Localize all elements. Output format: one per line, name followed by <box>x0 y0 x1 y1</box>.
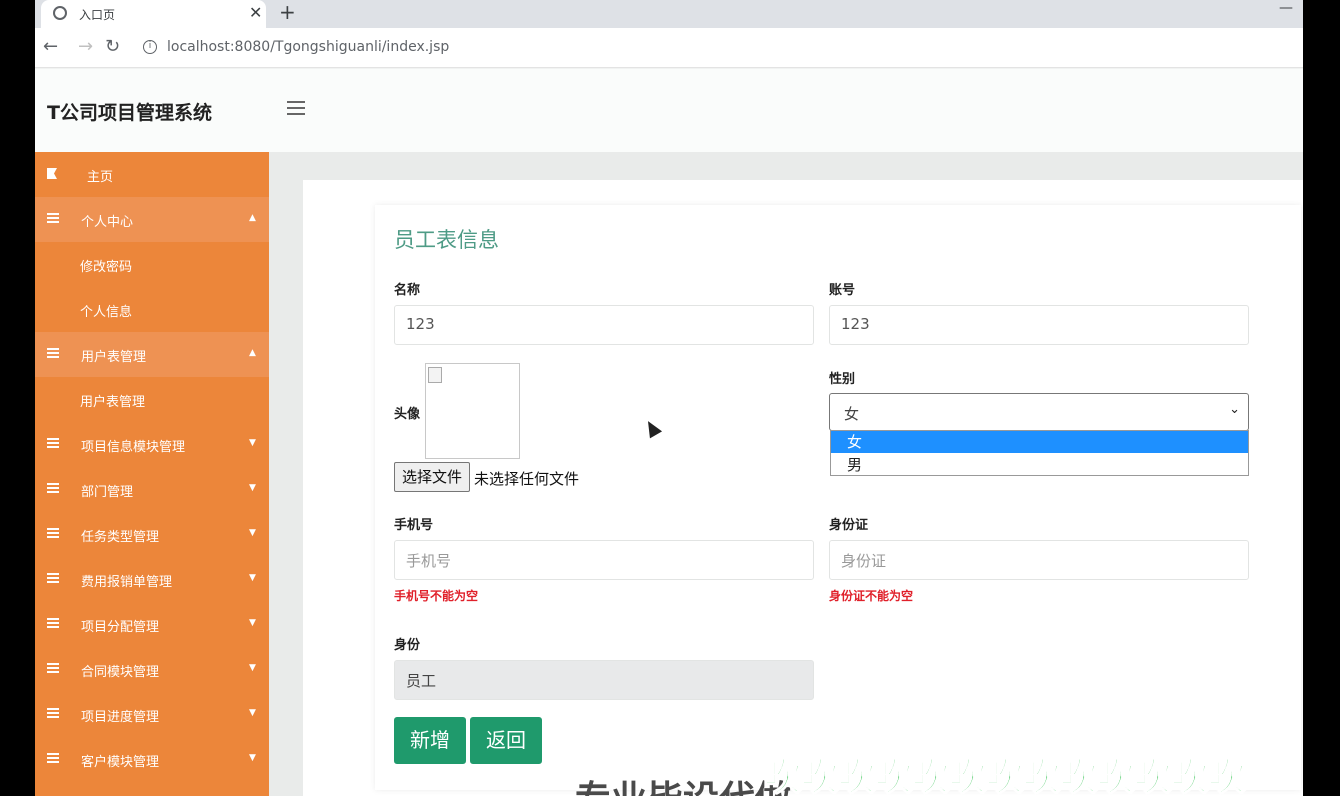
tab-bar: 入口页 ✕ + — <box>35 0 1303 28</box>
sidebar-item-user-management[interactable]: 用户表管理 ▲ <box>35 332 269 377</box>
sidebar-item-progress[interactable]: 项目进度管理 ▼ <box>35 692 269 737</box>
list-icon <box>47 528 59 539</box>
hamburger-menu-icon[interactable] <box>287 101 305 115</box>
reload-icon[interactable]: ↻ <box>105 36 120 57</box>
sidebar-item-expense[interactable]: 费用报销单管理 ▼ <box>35 557 269 602</box>
list-icon <box>47 348 59 359</box>
role-input: 员工 <box>394 660 814 700</box>
sidebar-item-personal-info[interactable]: 个人信息 <box>35 287 269 332</box>
sidebar-item-label: 用户表管理 <box>80 395 146 410</box>
caret-down-icon: ▼ <box>249 753 256 763</box>
chevron-down-icon: ⌄ <box>1229 402 1240 417</box>
flag-icon <box>47 168 57 179</box>
sidebar-item-label: 主页 <box>87 170 114 185</box>
caption-text: 吹吹吹吹吹吹吹吹吹吹吹吹吹 <box>762 754 1246 796</box>
sidebar-item-label: 项目信息模块管理 <box>81 440 186 455</box>
minimize-button[interactable]: — <box>1279 0 1293 16</box>
caret-up-icon: ▲ <box>249 213 256 223</box>
account-input[interactable]: 123 <box>829 305 1249 345</box>
caret-up-icon: ▲ <box>249 348 256 358</box>
url-field[interactable]: localhost:8080/Tgongshiguanli/index.jsp <box>167 39 449 55</box>
idcard-input[interactable]: 身份证 <box>829 540 1249 580</box>
list-icon <box>47 753 59 764</box>
gender-option-male[interactable]: 男 <box>831 454 1248 476</box>
sidebar-item-label: 合同模块管理 <box>81 665 160 680</box>
list-icon <box>47 708 59 719</box>
forward-arrow-icon[interactable]: → <box>78 36 93 57</box>
globe-icon <box>53 6 67 20</box>
caret-down-icon: ▼ <box>249 438 256 448</box>
list-icon <box>47 663 59 674</box>
name-input[interactable]: 123 <box>394 305 814 345</box>
sidebar-item-customer[interactable]: 客户模块管理 ▼ <box>35 737 269 782</box>
back-arrow-icon[interactable]: ← <box>43 36 58 57</box>
gender-dropdown: 女 男 <box>830 430 1249 476</box>
avatar-image <box>425 363 520 459</box>
caret-down-icon: ▼ <box>249 573 256 583</box>
choose-file-button[interactable]: 选择文件 <box>394 462 470 492</box>
sidebar-item-project-assignment[interactable]: 项目分配管理 ▼ <box>35 602 269 647</box>
watermark-text: 专业毕设代做 <box>575 770 791 796</box>
app-brand: T公司项目管理系统 <box>47 102 212 124</box>
sidebar-item-label: 客户模块管理 <box>81 755 160 770</box>
account-label: 账号 <box>829 283 856 298</box>
sidebar-item-task-type[interactable]: 任务类型管理 ▼ <box>35 512 269 557</box>
broken-image-icon <box>428 367 442 383</box>
phone-input[interactable]: 手机号 <box>394 540 814 580</box>
gender-select[interactable]: 女 ⌄ <box>829 393 1249 431</box>
new-tab-button[interactable]: + <box>279 0 296 24</box>
form-title: 员工表信息 <box>394 228 499 252</box>
sidebar-item-label: 项目进度管理 <box>81 710 160 725</box>
sidebar-item-department[interactable]: 部门管理 ▼ <box>35 467 269 512</box>
avatar-label: 头像 <box>394 407 421 422</box>
gender-selected-value: 女 <box>844 405 860 423</box>
sidebar-item-label: 用户表管理 <box>81 350 147 365</box>
site-info-icon[interactable]: i <box>143 40 157 54</box>
list-icon <box>47 438 59 449</box>
address-bar: ← → ↻ i localhost:8080/Tgongshiguanli/in… <box>35 28 1303 68</box>
role-label: 身份 <box>394 638 421 653</box>
sidebar-item-label: 任务类型管理 <box>81 530 160 545</box>
sidebar-item-label: 个人中心 <box>81 215 134 230</box>
caret-down-icon: ▼ <box>249 618 256 628</box>
add-button[interactable]: 新增 <box>394 717 466 764</box>
name-label: 名称 <box>394 283 421 298</box>
idcard-label: 身份证 <box>829 518 869 533</box>
list-icon <box>47 213 59 224</box>
list-icon <box>47 483 59 494</box>
sidebar-item-project-info[interactable]: 项目信息模块管理 ▼ <box>35 422 269 467</box>
sidebar-item-change-password[interactable]: 修改密码 <box>35 242 269 287</box>
caret-down-icon: ▼ <box>249 708 256 718</box>
sidebar-item-label: 个人信息 <box>80 305 133 320</box>
sidebar: 主页 个人中心 ▲ 修改密码 个人信息 用户表管理 ▲ 用户表管理 项目信息模块… <box>35 152 269 796</box>
idcard-error: 身份证不能为空 <box>829 589 914 603</box>
sidebar-item-home[interactable]: 主页 <box>35 152 269 197</box>
phone-label: 手机号 <box>394 518 434 533</box>
gender-label: 性别 <box>829 372 856 387</box>
caret-down-icon: ▼ <box>249 483 256 493</box>
close-tab-icon[interactable]: ✕ <box>249 3 262 22</box>
sidebar-item-personal-center[interactable]: 个人中心 ▲ <box>35 197 269 242</box>
sidebar-item-label: 修改密码 <box>80 260 133 275</box>
tab-title: 入口页 <box>79 8 116 22</box>
sidebar-item-label: 费用报销单管理 <box>81 575 173 590</box>
browser-tab[interactable]: 入口页 ✕ <box>41 0 266 28</box>
phone-error: 手机号不能为空 <box>394 589 479 603</box>
gender-option-female[interactable]: 女 <box>831 431 1248 453</box>
browser-window: 入口页 ✕ + — ← → ↻ i localhost:8080/Tgongsh… <box>35 0 1303 796</box>
app-header: T公司项目管理系统 <box>35 69 1303 152</box>
back-button[interactable]: 返回 <box>470 717 542 764</box>
sidebar-item-contract[interactable]: 合同模块管理 ▼ <box>35 647 269 692</box>
sidebar-item-label: 项目分配管理 <box>81 620 160 635</box>
list-icon <box>47 573 59 584</box>
list-icon <box>47 618 59 629</box>
caret-down-icon: ▼ <box>249 663 256 673</box>
sidebar-item-user-management-sub[interactable]: 用户表管理 <box>35 377 269 422</box>
file-status-text: 未选择任何文件 <box>474 470 580 488</box>
caret-down-icon: ▼ <box>249 528 256 538</box>
sidebar-item-label: 部门管理 <box>81 485 134 500</box>
